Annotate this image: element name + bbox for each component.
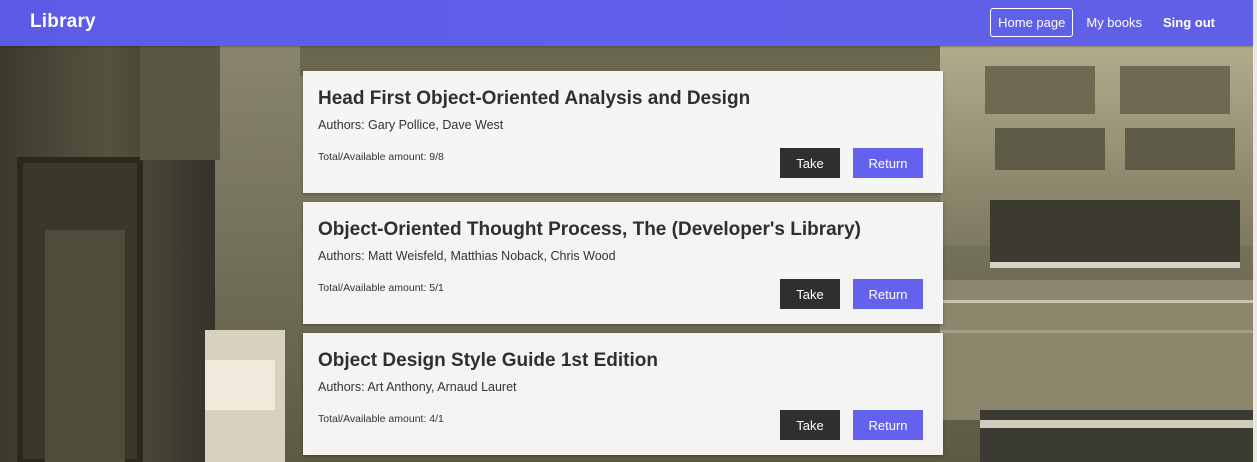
book-authors: Authors: Gary Pollice, Dave West: [318, 118, 504, 132]
return-button[interactable]: Return: [853, 279, 923, 309]
book-title: Head First Object-Oriented Analysis and …: [318, 88, 751, 109]
nav-home-page-link[interactable]: Home page: [990, 8, 1074, 37]
take-button[interactable]: Take: [780, 148, 840, 178]
take-button[interactable]: Take: [780, 410, 840, 440]
library-page: Library Home page My books Sing out Head…: [0, 0, 1257, 462]
book-title: Object Design Style Guide 1st Edition: [318, 350, 658, 371]
window-scrollbar[interactable]: [1253, 0, 1257, 462]
top-navbar: Library Home page My books Sing out: [0, 0, 1253, 46]
nav-my-books-link[interactable]: My books: [1078, 8, 1150, 37]
book-amount: Total/Available amount: 9/8: [318, 151, 444, 163]
take-button[interactable]: Take: [780, 279, 840, 309]
return-button[interactable]: Return: [853, 410, 923, 440]
nav-links: Home page My books Sing out: [985, 8, 1223, 37]
book-card: Object-Oriented Thought Process, The (De…: [303, 202, 943, 324]
nav-sign-out-link[interactable]: Sing out: [1155, 8, 1223, 37]
book-title: Object-Oriented Thought Process, The (De…: [318, 219, 861, 240]
book-amount: Total/Available amount: 5/1: [318, 282, 444, 294]
brand-logo[interactable]: Library: [30, 11, 96, 33]
book-card: Head First Object-Oriented Analysis and …: [303, 71, 943, 193]
return-button[interactable]: Return: [853, 148, 923, 178]
book-card: Object Design Style Guide 1st Edition Au…: [303, 333, 943, 455]
book-authors: Authors: Matt Weisfeld, Matthias Noback,…: [318, 249, 616, 263]
book-authors: Authors: Art Anthony, Arnaud Lauret: [318, 380, 517, 394]
book-amount: Total/Available amount: 4/1: [318, 413, 444, 425]
